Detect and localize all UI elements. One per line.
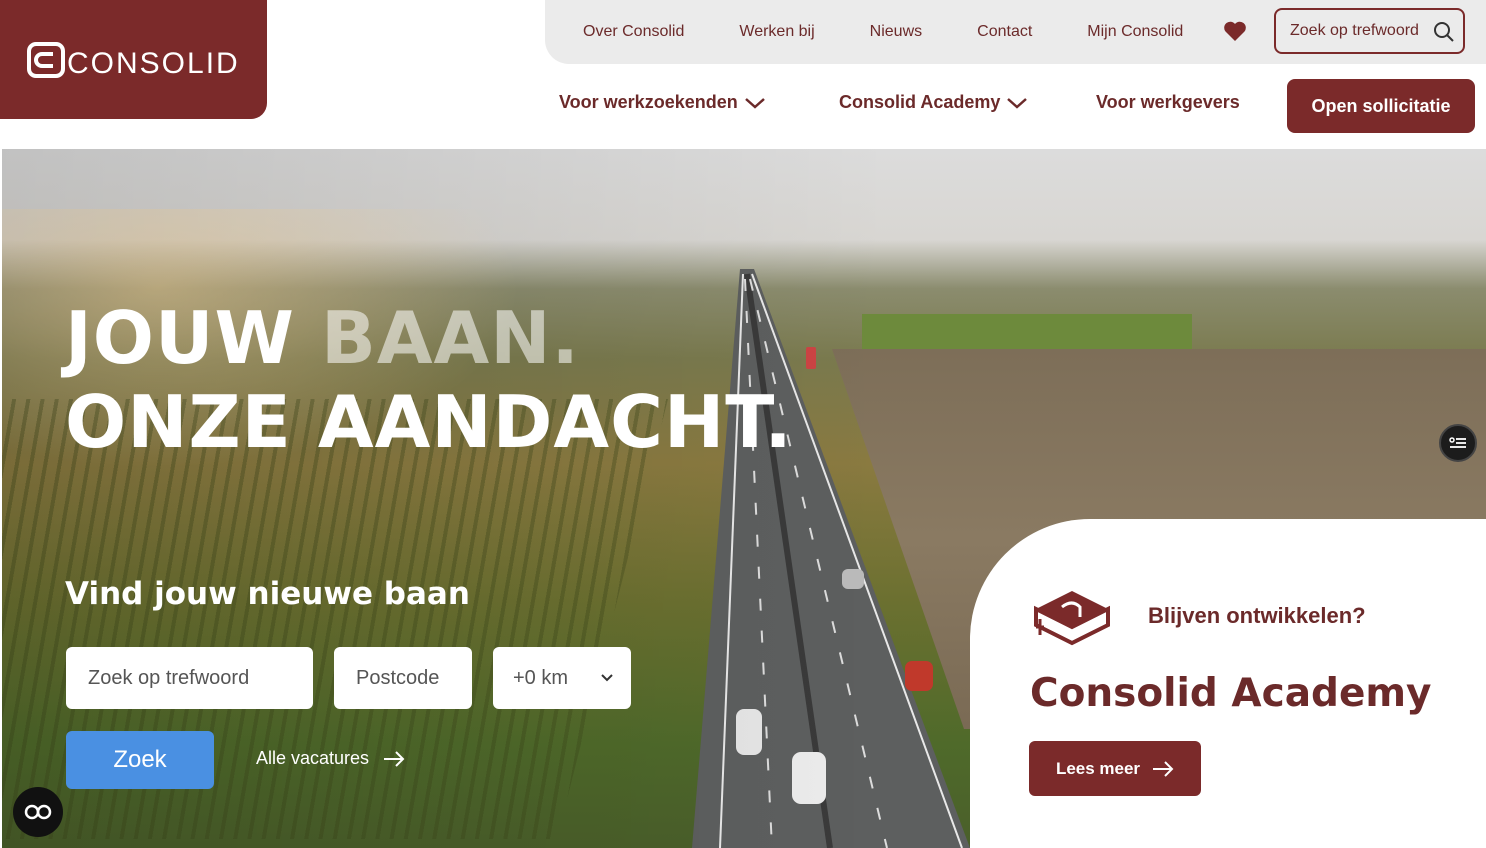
open-sollicitatie-button[interactable]: Open sollicitatie bbox=[1287, 79, 1475, 133]
postcode-placeholder: Postcode bbox=[356, 666, 440, 689]
top-search-input[interactable]: Zoek op trefwoord bbox=[1274, 8, 1465, 54]
consolid-logo: CONSOLID bbox=[26, 41, 240, 80]
academy-title: Consolid Academy bbox=[1030, 671, 1432, 716]
read-more-label: Lees meer bbox=[1055, 758, 1141, 778]
job-search-title: Vind jouw nieuwe baan bbox=[65, 576, 470, 612]
nav-voor-werkgevers[interactable]: Voor werkgevers bbox=[1096, 92, 1240, 113]
filter-lines-icon bbox=[1449, 437, 1466, 448]
book-icon bbox=[1034, 591, 1110, 646]
headline-jouw: JOUW bbox=[65, 296, 321, 380]
nav-label: Voor werkzoekenden bbox=[559, 92, 738, 112]
arrow-right-icon bbox=[1153, 760, 1174, 777]
hero-headline: JOUW BAAN. ONZE AANDACHT. bbox=[65, 296, 793, 464]
nav-consolid-academy[interactable]: Consolid Academy bbox=[839, 92, 1028, 113]
keyword-input[interactable]: Zoek op trefwoord bbox=[66, 647, 313, 709]
nav-label: Voor werkgevers bbox=[1096, 92, 1240, 112]
distance-value: +0 km bbox=[513, 666, 569, 689]
nav-voor-werkzoekenden[interactable]: Voor werkzoekenden bbox=[559, 92, 766, 113]
link-contact[interactable]: Contact bbox=[977, 23, 1032, 41]
chevron-down-icon bbox=[1007, 97, 1028, 109]
link-mijn-consolid[interactable]: Mijn Consolid bbox=[1087, 23, 1183, 41]
keyword-placeholder: Zoek op trefwoord bbox=[88, 666, 250, 689]
search-icon[interactable] bbox=[1433, 21, 1455, 43]
read-more-button[interactable]: Lees meer bbox=[1029, 741, 1201, 796]
postcode-input[interactable]: Postcode bbox=[334, 647, 472, 709]
headline-line-2: ONZE AANDACHT. bbox=[65, 380, 793, 464]
link-werken-bij[interactable]: Werken bij bbox=[739, 23, 814, 41]
all-jobs-link[interactable]: Alle vacatures bbox=[256, 748, 405, 769]
academy-card: Blijven ontwikkelen? Consolid Academy Le… bbox=[970, 519, 1486, 848]
logo-text: CONSOLID bbox=[67, 47, 240, 80]
heart-icon[interactable] bbox=[1223, 20, 1247, 42]
distance-select[interactable]: +0 km bbox=[493, 647, 631, 709]
academy-subtitle: Blijven ontwikkelen? bbox=[1148, 603, 1366, 628]
arrow-right-icon bbox=[384, 750, 405, 767]
logo[interactable]: CONSOLID bbox=[0, 0, 267, 119]
utility-bar: Over Consolid Werken bij Nieuws Contact … bbox=[545, 0, 1486, 64]
chevron-down-icon bbox=[744, 97, 765, 109]
filter-icon[interactable] bbox=[1439, 424, 1477, 462]
glasses-icon bbox=[24, 804, 52, 820]
link-over-consolid[interactable]: Over Consolid bbox=[583, 23, 684, 41]
all-jobs-label: Alle vacatures bbox=[256, 748, 370, 768]
link-nieuws[interactable]: Nieuws bbox=[870, 23, 922, 41]
nav-label: Consolid Academy bbox=[839, 92, 1001, 112]
top-search-placeholder: Zoek op trefwoord bbox=[1290, 22, 1419, 39]
search-button[interactable]: Zoek bbox=[66, 731, 214, 789]
accessibility-icon[interactable] bbox=[13, 787, 63, 837]
chevron-down-icon bbox=[601, 674, 613, 682]
headline-baan: BAAN. bbox=[320, 296, 580, 380]
